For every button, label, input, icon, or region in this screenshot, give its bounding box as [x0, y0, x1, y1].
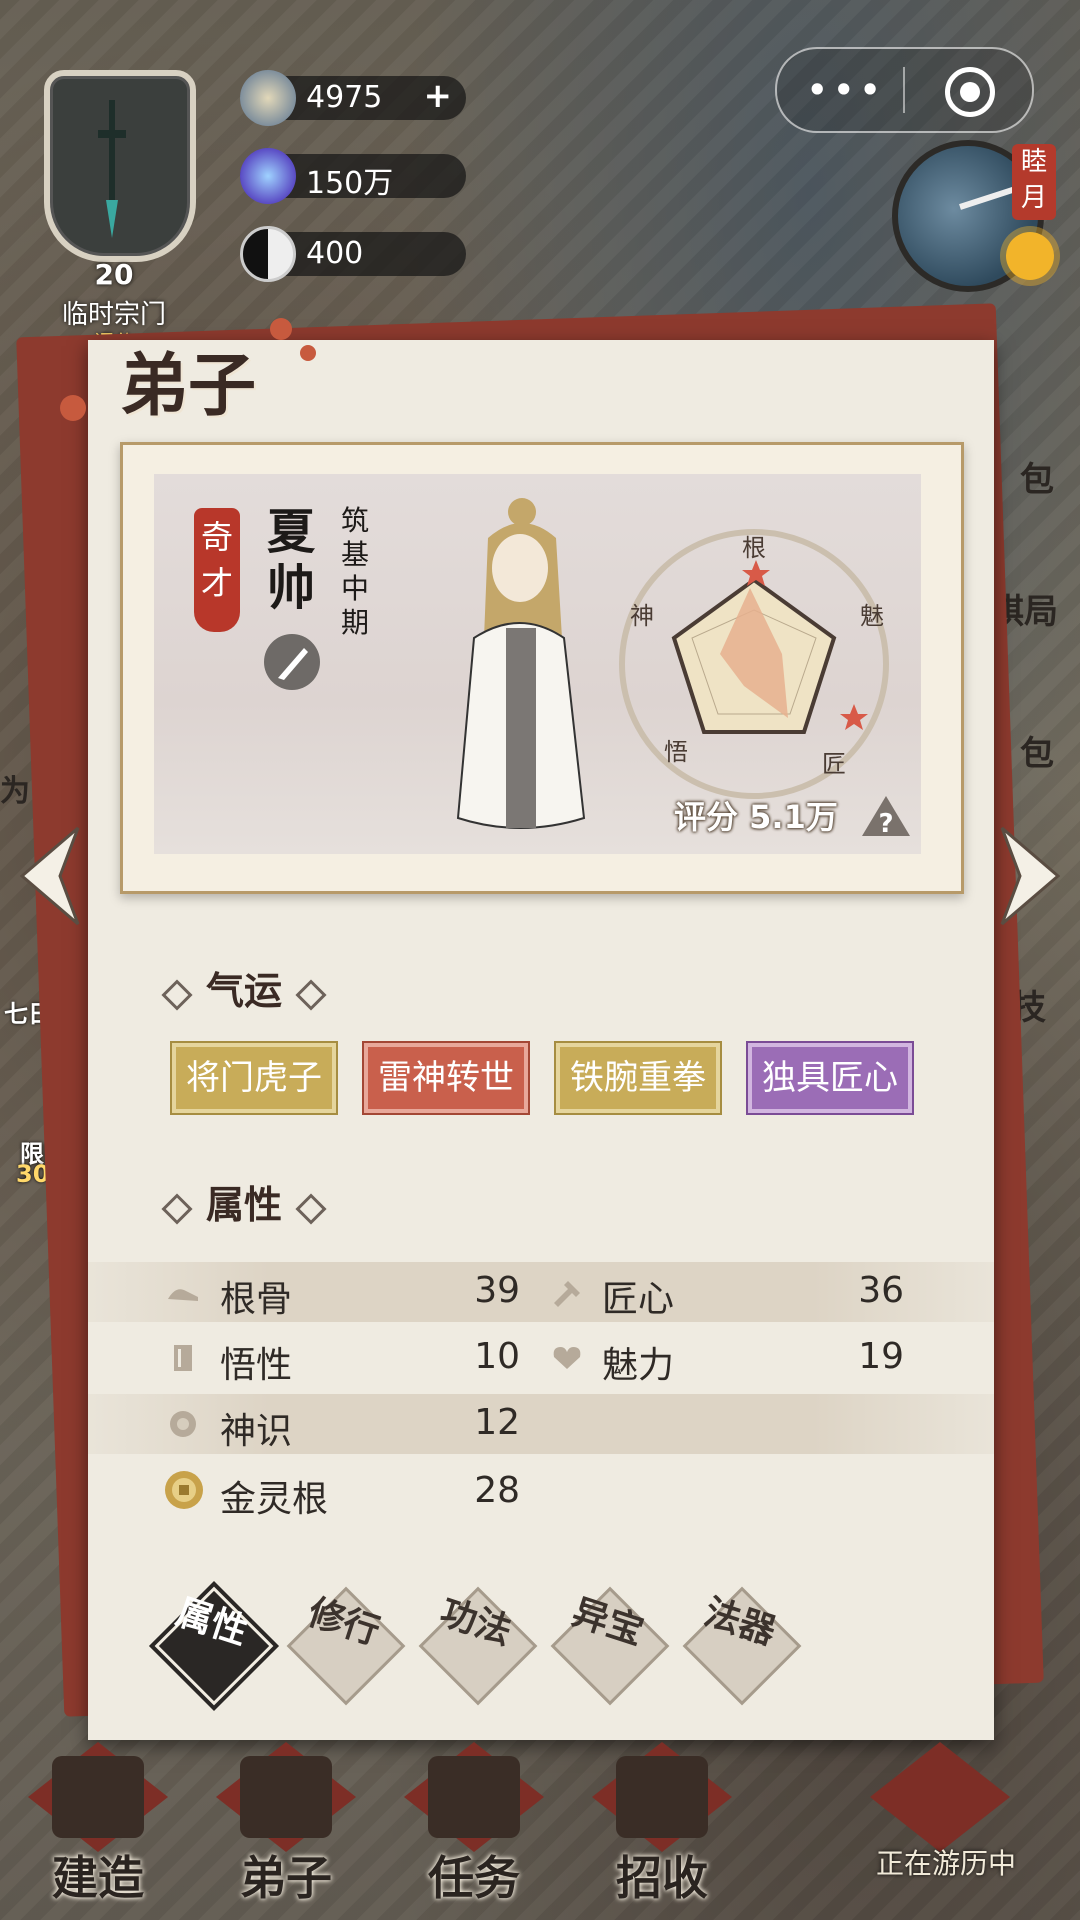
close-target-icon[interactable] — [945, 67, 995, 117]
attribute-value: 39 — [474, 1270, 520, 1311]
tab-techniques[interactable]: 功法 — [418, 1586, 538, 1706]
character-realm: 筑基中期 — [340, 504, 369, 639]
tab-cultivation[interactable]: 修行 — [286, 1586, 406, 1706]
tab-artifacts[interactable]: 法器 — [682, 1586, 802, 1706]
attribute-row: 神识 12 — [88, 1394, 994, 1454]
resource-yin-yang[interactable]: 400 — [240, 226, 466, 282]
spirit-sense-icon — [170, 1411, 196, 1437]
nav-label: 弟子 — [240, 1851, 332, 1905]
book-icon — [174, 1345, 192, 1371]
resource-value: 150万 — [306, 166, 394, 201]
diamond-ornament — [161, 1192, 193, 1225]
side-label: 为 — [0, 774, 30, 809]
build-icon-inner — [52, 1756, 144, 1838]
attribute-value: 12 — [474, 1402, 520, 1443]
attribute-label: 神识 — [220, 1411, 293, 1452]
fortune-tag[interactable]: 将门虎子 — [172, 1043, 336, 1113]
fortune-tag[interactable]: 雷神转世 — [364, 1043, 528, 1113]
attribute-value: 19 — [858, 1336, 904, 1377]
attribute-label: 悟性 — [220, 1345, 293, 1386]
diamond-ornament — [161, 978, 193, 1011]
nav-label: 任务 — [428, 1851, 520, 1905]
jade-coin-icon — [240, 70, 296, 126]
radar-label-bottom-left: 悟 — [664, 738, 688, 766]
nav-tasks[interactable]: 任务 — [384, 1742, 564, 1912]
gold-root-icon — [165, 1471, 203, 1509]
side-label: 包 — [1020, 460, 1054, 500]
heart-icon — [553, 1347, 581, 1369]
previous-disciple-arrow[interactable] — [20, 826, 80, 926]
hammer-icon — [554, 1281, 580, 1307]
fortune-tag[interactable]: 独具匠心 — [748, 1043, 912, 1113]
radar-label-top: 根 — [742, 534, 766, 562]
resource-jade-coin[interactable]: 4975 + — [240, 70, 466, 126]
nav-build[interactable]: 建造 — [8, 1742, 188, 1912]
blossom — [270, 318, 292, 340]
resource-spirit-stone[interactable]: 150万 — [240, 148, 466, 204]
attribute-value: 28 — [474, 1470, 520, 1511]
radar-label-right: 魅 — [860, 602, 884, 630]
resource-value: 4975 — [306, 80, 383, 115]
fortune-title: 气运 — [206, 968, 283, 1013]
mini-program-capsule: ••• — [775, 47, 1034, 133]
spirit-stone-icon — [240, 148, 296, 204]
bone-icon — [168, 1289, 198, 1301]
radar-label-left: 神 — [630, 602, 654, 630]
resource-value: 400 — [306, 236, 364, 271]
attribute-row: 悟性 10 魅力 19 — [88, 1328, 994, 1388]
character-score: 评分 5.1万 — [674, 798, 838, 836]
add-resource-button[interactable]: + — [424, 76, 453, 116]
nav-label: 建造 — [52, 1851, 144, 1905]
disciples-icon-inner — [240, 1756, 332, 1838]
nav-recruit[interactable]: 招收 — [572, 1742, 752, 1912]
attributes-title: 属性 — [206, 1182, 283, 1227]
nav-disciples[interactable]: 弟子 — [196, 1742, 376, 1912]
travel-status: 正在游历中 — [875, 1847, 1016, 1880]
panel-title: 弟子 — [120, 346, 257, 426]
svg-text:?: ? — [878, 809, 893, 838]
month-tag: 睦月 — [1012, 144, 1056, 220]
attribute-label: 匠心 — [602, 1279, 675, 1320]
travel-icon — [870, 1742, 1010, 1852]
nav-travel[interactable] — [830, 1742, 1050, 1912]
tab-attributes[interactable]: 属性 — [154, 1586, 274, 1706]
tasks-icon-inner — [428, 1756, 520, 1838]
yin-yang-icon — [240, 226, 296, 282]
attributes-section-header: 属性 — [161, 1174, 340, 1229]
help-icon[interactable]: ? — [860, 794, 912, 838]
attribute-label: 魅力 — [602, 1345, 675, 1386]
capsule-divider — [903, 67, 905, 113]
side-label: 包 — [1020, 734, 1054, 774]
more-menu-button[interactable]: ••• — [807, 71, 881, 109]
talent-tag: 奇才 — [194, 508, 240, 632]
fortune-section-header: 气运 — [161, 960, 340, 1015]
character-portrait — [456, 498, 586, 829]
recruit-icon-inner — [616, 1756, 708, 1838]
blossom — [60, 395, 86, 421]
tab-treasures[interactable]: 异宝 — [550, 1586, 670, 1706]
character-card: 奇才 夏帅 筑基中期 根 神 魅 悟 匠 评分 5.1万 ? — [154, 474, 921, 854]
character-name: 夏帅 — [266, 504, 315, 616]
brush-icon[interactable] — [264, 634, 320, 690]
attribute-row: 根骨 39 匠心 36 — [88, 1262, 994, 1322]
fortune-tag[interactable]: 铁腕重拳 — [556, 1043, 720, 1113]
sect-badge[interactable]: 20 临时宗门 评分 — [14, 30, 210, 354]
sect-level: 20 — [94, 258, 134, 291]
diamond-ornament — [295, 978, 327, 1011]
attribute-label: 根骨 — [220, 1279, 293, 1320]
next-disciple-arrow[interactable] — [1000, 826, 1060, 926]
radar-label-bottom-right: 匠 — [822, 750, 846, 778]
attribute-label: 金灵根 — [220, 1479, 329, 1520]
attribute-row: 金灵根 28 — [88, 1462, 994, 1522]
attribute-value: 10 — [474, 1336, 520, 1377]
diamond-ornament — [295, 1192, 327, 1225]
sword-icon — [98, 100, 126, 238]
nav-label: 招收 — [616, 1851, 708, 1905]
blossom — [300, 345, 316, 361]
sun-icon — [1006, 232, 1054, 280]
attribute-value: 36 — [858, 1270, 904, 1311]
